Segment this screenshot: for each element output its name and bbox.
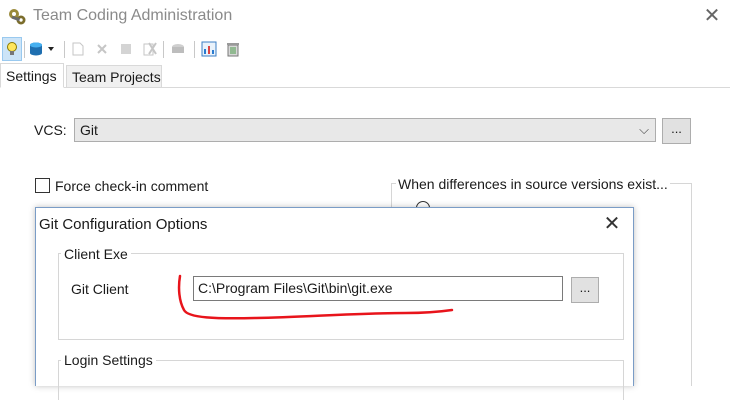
toolbar-separator bbox=[24, 41, 25, 58]
chevron-down-icon: ⌵ bbox=[639, 122, 649, 137]
vcs-select[interactable]: Git ⌵ bbox=[74, 118, 656, 142]
force-checkin-label: Force check-in comment bbox=[55, 178, 209, 194]
dialog-close-button[interactable]: ✕ bbox=[599, 210, 625, 238]
vcs-label: VCS: bbox=[34, 122, 67, 138]
toolbar bbox=[0, 36, 730, 62]
toolbar-separator bbox=[64, 41, 65, 58]
client-exe-group-label: Client Exe bbox=[61, 246, 131, 262]
dialog-title: Git Configuration Options bbox=[39, 216, 208, 233]
recycle-bin-icon[interactable] bbox=[224, 38, 242, 60]
tab-settings[interactable]: Settings bbox=[0, 63, 64, 88]
gears-icon bbox=[7, 7, 27, 27]
login-settings-group-label: Login Settings bbox=[61, 352, 156, 368]
git-client-browse-button[interactable]: ... bbox=[571, 277, 599, 303]
window-close-button[interactable]: ✕ bbox=[700, 3, 724, 29]
differences-group-label: When differences in source versions exis… bbox=[396, 176, 670, 192]
cancel-icon[interactable] bbox=[141, 38, 159, 60]
tab-strip: Settings Team Projects bbox=[0, 62, 730, 88]
toolbar-separator bbox=[163, 41, 164, 58]
database-dropdown-icon[interactable] bbox=[27, 38, 59, 60]
toolbar-separator bbox=[194, 41, 195, 58]
delete-icon[interactable] bbox=[93, 38, 111, 60]
stop-icon[interactable] bbox=[117, 38, 135, 60]
vcs-options-button[interactable]: ... bbox=[662, 118, 691, 144]
new-document-icon[interactable] bbox=[69, 38, 87, 60]
lightbulb-icon[interactable] bbox=[2, 37, 22, 61]
red-underline-annotation bbox=[177, 274, 454, 320]
git-client-label: Git Client bbox=[71, 281, 129, 297]
force-checkin-checkbox[interactable] bbox=[35, 178, 50, 193]
checkin-icon[interactable] bbox=[169, 38, 187, 60]
report-icon[interactable] bbox=[200, 38, 218, 60]
git-configuration-dialog: Git Configuration Options ✕ Client Exe G… bbox=[35, 207, 634, 400]
title-bar: Team Coding Administration ✕ bbox=[0, 0, 730, 34]
vcs-selected-value: Git bbox=[80, 122, 98, 138]
tab-team-projects[interactable]: Team Projects bbox=[66, 65, 162, 87]
window-title: Team Coding Administration bbox=[33, 7, 233, 24]
